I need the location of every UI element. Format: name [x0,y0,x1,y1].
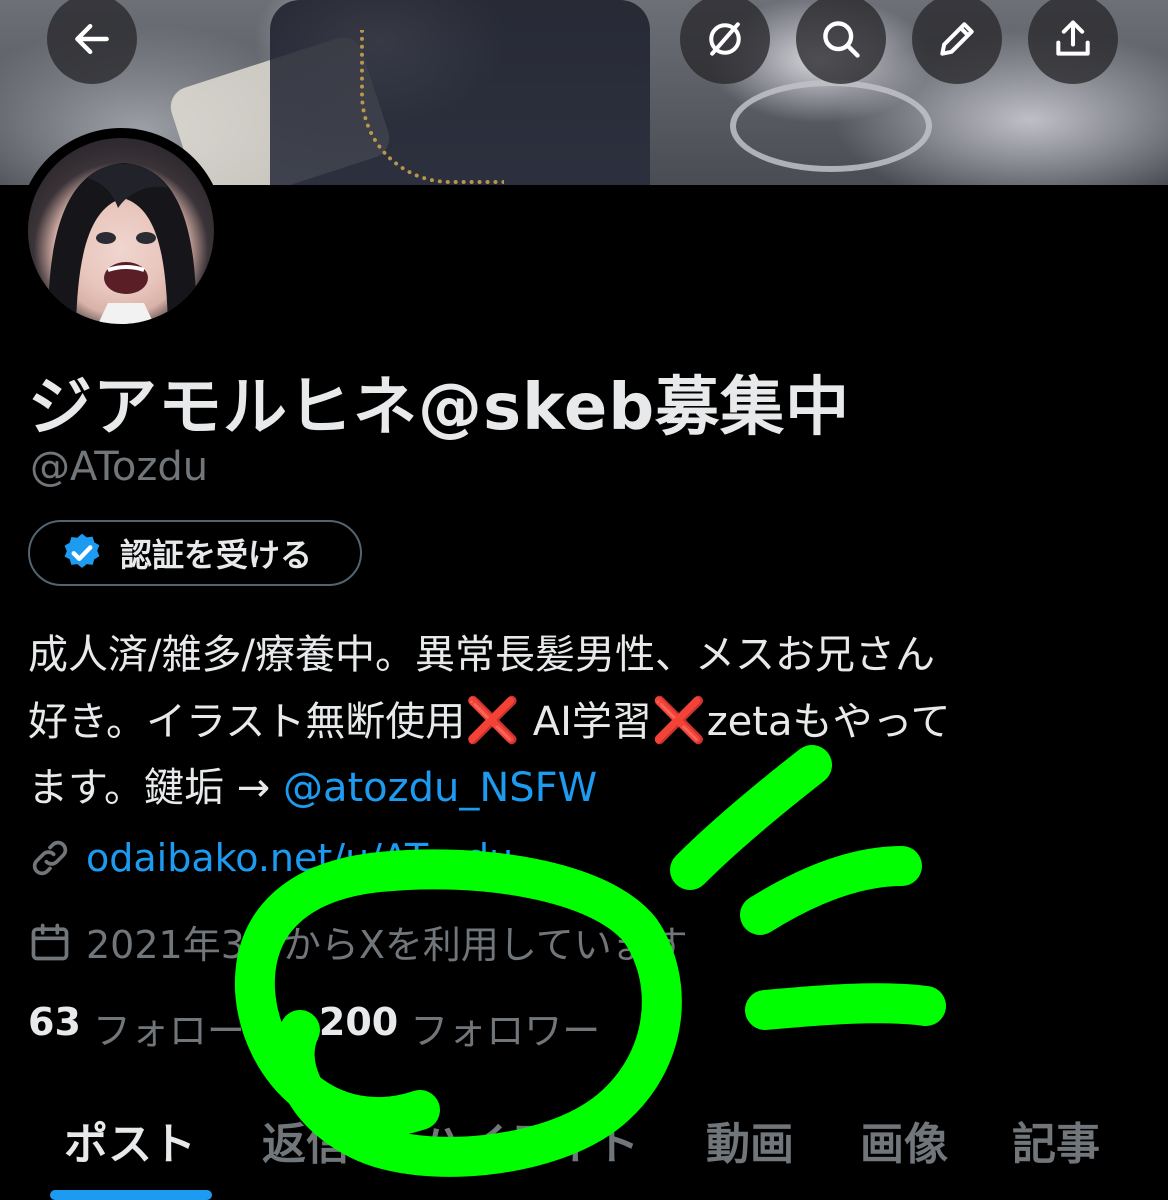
banner-ornament-shape [730,80,932,172]
link-icon [32,840,68,876]
search-icon [823,21,860,58]
user-handle: @ATozdu [30,444,209,490]
display-name: ジアモルヒネ@skeb募集中 [28,371,851,445]
tab-replies[interactable]: 返信 [262,1108,350,1172]
edit-icon [940,22,974,56]
get-verified-label: 認証を受ける [120,536,313,574]
calendar-icon [31,923,69,960]
grok-icon [709,22,741,56]
bio-line-1: 成人済/雑多/療養中。異常長髪男性、メスお兄さん [28,632,935,678]
cross-mark-icon: ❌ [465,695,520,746]
avatar-image [28,138,214,324]
avatar[interactable] [18,128,224,334]
bio-line-2: 好き。イラスト無断使用❌ AI学習❌zetaもやって [28,688,1138,755]
share-icon [1056,20,1090,56]
following-label: フォロー中 [92,1009,283,1053]
bio-text: ます。鍵垢 → [28,765,271,811]
tab-posts[interactable]: ポスト [64,1108,196,1172]
tab-articles[interactable]: 記事 [1012,1108,1100,1172]
website-row: odaibako.net/u/ATozdu [28,836,513,880]
active-tab-indicator [50,1190,212,1200]
verified-badge-icon [64,533,100,568]
bio-mention-link[interactable]: @atozdu_NSFW [283,765,597,811]
following-count: 63 [28,1000,81,1044]
following-link[interactable]: 63 フォロー中 [28,1000,283,1055]
tab-videos[interactable]: 動画 [706,1108,794,1172]
tab-highlights[interactable]: ハイライト [420,1108,639,1172]
followers-link[interactable]: 200 フォロワー [319,1000,600,1055]
bio-text: zetaもやって [706,699,951,745]
cross-mark-icon: ❌ [651,695,707,746]
website-link[interactable]: odaibako.net/u/ATozdu [86,836,513,880]
get-verified-button[interactable]: 認証を受ける [28,520,362,586]
joined-date: 2021年3月からXを利用しています [86,923,688,967]
joined-row: 2021年3月からXを利用しています [28,914,688,969]
profile-bio: 成人済/雑多/療養中。異常長髪男性、メスお兄さん 好き。イラスト無断使用❌ AI… [28,622,1138,821]
profile-tabs: ポスト 返信 ハイライト 動画 画像 記事 [0,1100,1168,1200]
bio-text: AI学習 [532,699,652,745]
back-arrow-icon [75,23,109,55]
tab-images[interactable]: 画像 [860,1108,948,1172]
follow-counts: 63 フォロー中 200 フォロワー [28,1000,636,1055]
bio-text: 好き。イラスト無断使用 [28,699,466,745]
followers-label: フォロワー [410,1009,601,1053]
bio-line-3: ます。鍵垢 → @atozdu_NSFW [28,755,1138,821]
followers-count: 200 [318,1000,399,1044]
